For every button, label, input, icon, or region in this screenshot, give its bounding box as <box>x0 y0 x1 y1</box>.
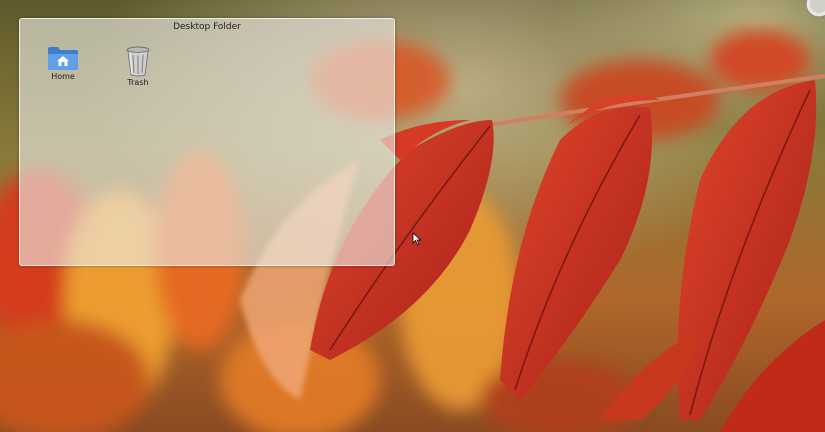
folder-widget-title: Desktop Folder <box>173 22 241 32</box>
desktop-folder-widget[interactable]: Desktop Folder Home Trash <box>19 18 395 266</box>
desktop-item-label: Home <box>51 72 75 81</box>
desktop-item-home[interactable]: Home <box>35 45 91 81</box>
desktop-item-trash[interactable]: Trash <box>110 45 166 87</box>
home-folder-icon <box>48 47 78 70</box>
desktop-toolbox-icon[interactable] <box>803 0 825 22</box>
mouse-pointer-icon <box>412 232 422 246</box>
desktop-item-label: Trash <box>127 78 149 87</box>
trash-icon <box>126 46 150 77</box>
